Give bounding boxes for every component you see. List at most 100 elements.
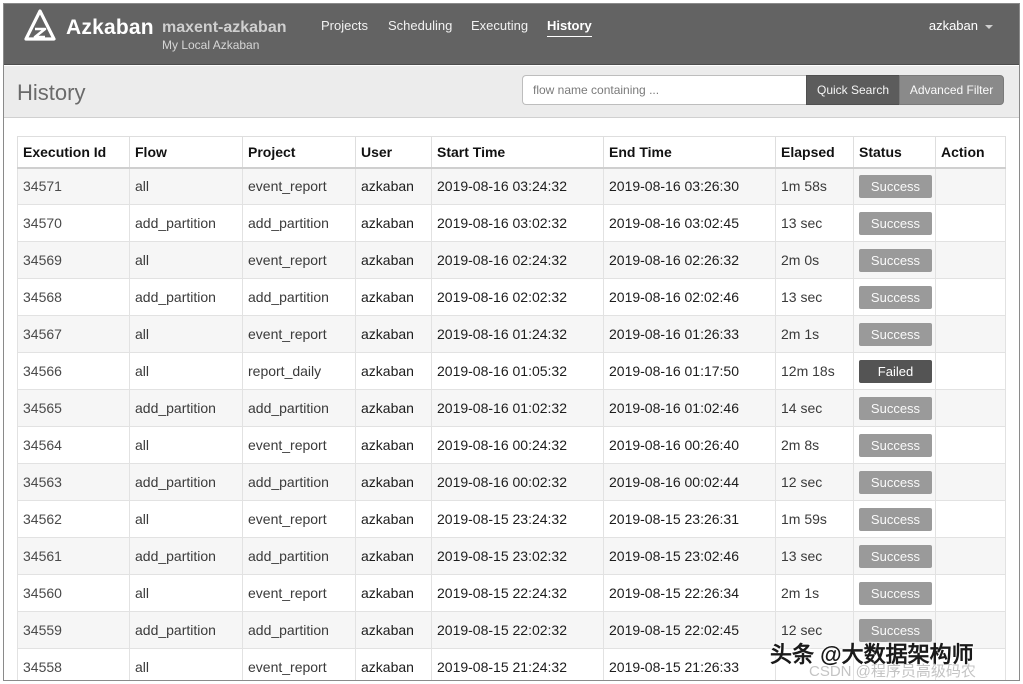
quick-search-button[interactable]: Quick Search	[806, 75, 900, 105]
instance-name: maxent-azkaban	[162, 19, 287, 36]
execution-id-link[interactable]: 34568	[17, 278, 130, 316]
execution-id-link[interactable]: 34570	[17, 204, 130, 242]
project-link[interactable]: event_report	[242, 241, 356, 279]
status-cell: Success	[853, 278, 936, 316]
project-link[interactable]: event_report	[242, 167, 356, 205]
execution-id-link[interactable]: 34567	[17, 315, 130, 353]
end-time-cell: 2019-08-16 03:26:30	[603, 167, 776, 205]
search-input[interactable]	[522, 75, 807, 105]
user-cell: azkaban	[355, 204, 432, 242]
page-title: History	[17, 80, 86, 105]
execution-id-link[interactable]: 34569	[17, 241, 130, 279]
status-cell: Success	[853, 500, 936, 538]
project-link[interactable]: add_partition	[242, 537, 356, 575]
app-window: Azkaban maxent-azkaban My Local Azkaban …	[3, 3, 1020, 681]
project-link[interactable]: report_daily	[242, 352, 356, 390]
status-cell: Success	[853, 426, 936, 464]
brand-name[interactable]: Azkaban	[66, 16, 154, 40]
end-time-cell: 2019-08-15 22:02:45	[603, 611, 776, 649]
flow-link[interactable]: all	[129, 241, 243, 279]
project-link[interactable]: event_report	[242, 574, 356, 612]
flow-link[interactable]: all	[129, 315, 243, 353]
flow-link[interactable]: all	[129, 426, 243, 464]
project-link[interactable]: add_partition	[242, 204, 356, 242]
end-time-cell: 2019-08-15 23:02:46	[603, 537, 776, 575]
nav-projects[interactable]: Projects	[321, 18, 368, 33]
action-cell	[935, 204, 1006, 242]
azkaban-logo-icon[interactable]	[24, 9, 56, 43]
elapsed-cell: 14 sec	[775, 389, 854, 427]
elapsed-cell: 2m 8s	[775, 426, 854, 464]
elapsed-cell: 1m 59s	[775, 500, 854, 538]
user-cell: azkaban	[355, 278, 432, 316]
execution-id-link[interactable]: 34563	[17, 463, 130, 501]
nav-history[interactable]: History	[547, 18, 592, 37]
execution-id-link[interactable]: 34565	[17, 389, 130, 427]
project-link[interactable]: event_report	[242, 648, 356, 680]
project-link[interactable]: event_report	[242, 315, 356, 353]
status-cell: Success	[853, 315, 936, 353]
column-header-action: Action	[935, 136, 1006, 169]
user-cell: azkaban	[355, 500, 432, 538]
flow-link[interactable]: add_partition	[129, 611, 243, 649]
start-time-cell: 2019-08-16 00:02:32	[431, 463, 604, 501]
flow-link[interactable]: all	[129, 574, 243, 612]
action-cell	[935, 352, 1006, 390]
end-time-cell: 2019-08-16 01:17:50	[603, 352, 776, 390]
start-time-cell: 2019-08-16 02:02:32	[431, 278, 604, 316]
status-badge: Success	[859, 507, 932, 531]
execution-id-link[interactable]: 34561	[17, 537, 130, 575]
start-time-cell: 2019-08-15 22:02:32	[431, 611, 604, 649]
project-link[interactable]: event_report	[242, 500, 356, 538]
table-row: 34565 add_partition add_partition azkaban 20…	[17, 389, 1006, 427]
project-link[interactable]: event_report	[242, 426, 356, 464]
elapsed-cell: 13 sec	[775, 204, 854, 242]
flow-link[interactable]: all	[129, 500, 243, 538]
flow-link[interactable]: add_partition	[129, 204, 243, 242]
advanced-filter-button[interactable]: Advanced Filter	[899, 75, 1004, 105]
elapsed-cell: 13 sec	[775, 278, 854, 316]
flow-link[interactable]: all	[129, 167, 243, 205]
column-header-flow: Flow	[129, 136, 243, 169]
elapsed-cell: 12 sec	[775, 463, 854, 501]
table-row: 34567 all event_report azkaban 2019-08-16 01…	[17, 315, 1006, 353]
user-name: azkaban	[928, 18, 978, 33]
execution-id-link[interactable]: 34558	[17, 648, 130, 680]
nav-executing[interactable]: Executing	[471, 18, 528, 33]
nav-scheduling[interactable]: Scheduling	[388, 18, 452, 33]
user-cell: azkaban	[355, 426, 432, 464]
status-badge: Success	[859, 285, 932, 309]
status-cell: Success	[853, 537, 936, 575]
user-menu[interactable]: azkaban	[929, 18, 993, 33]
execution-id-link[interactable]: 34562	[17, 500, 130, 538]
watermark-subtext: CSDN @程序员高级码农	[809, 663, 976, 680]
status-badge: Success	[859, 174, 932, 198]
execution-id-link[interactable]: 34571	[17, 167, 130, 205]
start-time-cell: 2019-08-16 01:02:32	[431, 389, 604, 427]
start-time-cell: 2019-08-15 23:24:32	[431, 500, 604, 538]
execution-id-link[interactable]: 34560	[17, 574, 130, 612]
execution-id-link[interactable]: 34559	[17, 611, 130, 649]
action-cell	[935, 241, 1006, 279]
flow-link[interactable]: add_partition	[129, 537, 243, 575]
column-header-execution-id: Execution Id	[17, 136, 130, 169]
flow-link[interactable]: all	[129, 352, 243, 390]
table-row: 34560 all event_report azkaban 2019-08-15 22…	[17, 574, 1006, 612]
status-badge: Success	[859, 470, 932, 494]
action-cell	[935, 500, 1006, 538]
flow-link[interactable]: add_partition	[129, 389, 243, 427]
project-link[interactable]: add_partition	[242, 611, 356, 649]
elapsed-cell: 2m 0s	[775, 241, 854, 279]
execution-id-link[interactable]: 34564	[17, 426, 130, 464]
end-time-cell: 2019-08-16 03:02:45	[603, 204, 776, 242]
action-cell	[935, 167, 1006, 205]
execution-id-link[interactable]: 34566	[17, 352, 130, 390]
flow-link[interactable]: add_partition	[129, 463, 243, 501]
flow-link[interactable]: add_partition	[129, 278, 243, 316]
project-link[interactable]: add_partition	[242, 278, 356, 316]
flow-link[interactable]: all	[129, 648, 243, 680]
project-link[interactable]: add_partition	[242, 389, 356, 427]
project-link[interactable]: add_partition	[242, 463, 356, 501]
end-time-cell: 2019-08-15 21:26:33	[603, 648, 776, 680]
instance-label: My Local Azkaban	[162, 38, 260, 52]
